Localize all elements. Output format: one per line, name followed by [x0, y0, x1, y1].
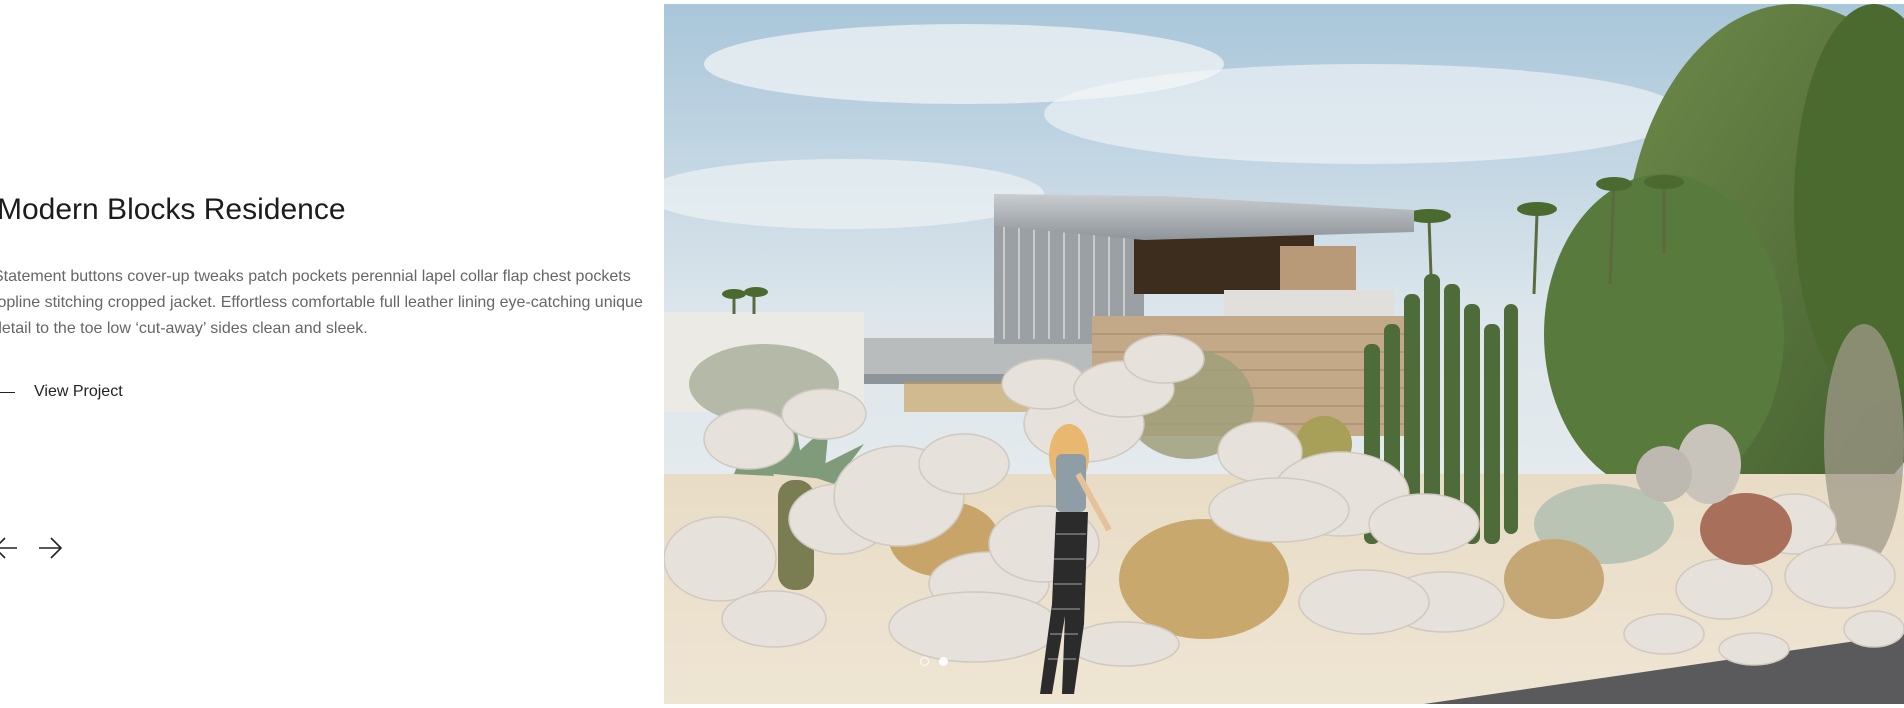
arrow-right-icon: [39, 537, 63, 559]
view-project-link[interactable]: View Project: [0, 381, 123, 403]
project-photo: [664, 4, 1904, 704]
next-slide-button[interactable]: [36, 534, 64, 562]
prev-slide-button[interactable]: [0, 534, 20, 562]
link-dash-icon: [0, 391, 15, 393]
slide-dot-1[interactable]: [920, 657, 929, 666]
arrow-left-icon: [0, 537, 17, 559]
desert-house-image: [664, 4, 1904, 704]
project-info-panel: Modern Blocks Residence Statement button…: [0, 0, 664, 708]
project-title: Modern Blocks Residence: [0, 193, 346, 226]
slider-pagination: [920, 657, 948, 666]
project-description: Statement buttons cover-up tweaks patch …: [0, 268, 643, 337]
project-slider: Modern Blocks Residence Statement button…: [0, 0, 1904, 708]
slide-dot-2[interactable]: [939, 657, 948, 666]
view-project-label: View Project: [34, 383, 123, 400]
